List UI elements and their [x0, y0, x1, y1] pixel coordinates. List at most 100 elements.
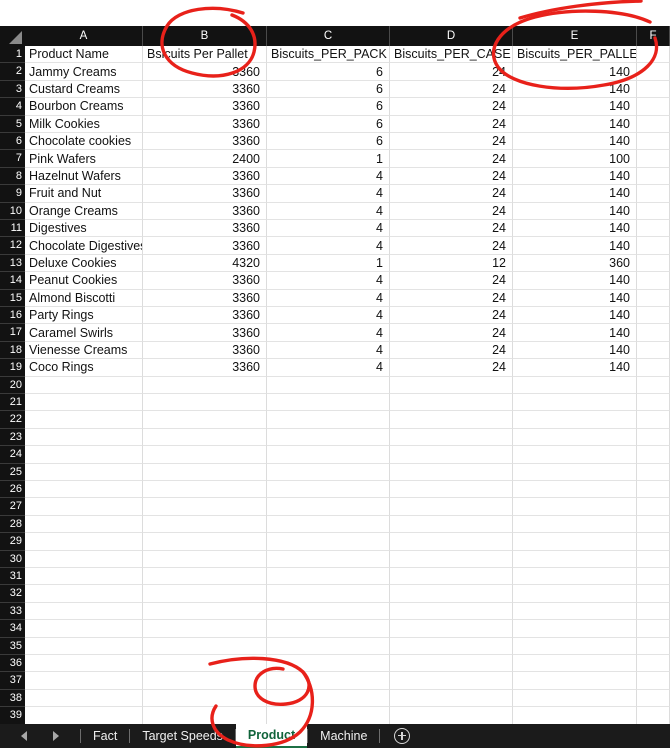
cell-C29[interactable] [267, 533, 390, 551]
row-header-1[interactable]: 1 [0, 46, 25, 64]
row-header-22[interactable]: 22 [0, 411, 25, 429]
cell-C21[interactable] [267, 394, 390, 412]
sheet-tab-machine[interactable]: Machine [308, 724, 380, 748]
cell-A27[interactable] [25, 498, 143, 516]
cell-A9[interactable]: Fruit and Nut [25, 185, 143, 203]
cell-F11[interactable] [637, 220, 670, 238]
column-header-f[interactable]: F [637, 26, 670, 46]
cell-D30[interactable] [390, 550, 513, 568]
cell-F7[interactable] [637, 150, 670, 168]
row-header-16[interactable]: 16 [0, 307, 25, 325]
select-all-corner[interactable] [0, 26, 25, 46]
cell-F21[interactable] [637, 394, 670, 412]
cell-F22[interactable] [637, 411, 670, 429]
cell-F33[interactable] [637, 602, 670, 621]
cell-F38[interactable] [637, 689, 670, 708]
row-header-9[interactable]: 9 [0, 185, 25, 203]
cell-C10[interactable]: 4 [267, 202, 390, 220]
row-header-38[interactable]: 38 [0, 689, 25, 708]
cell-A22[interactable] [25, 411, 143, 429]
cell-F16[interactable] [637, 307, 670, 325]
cell-D9[interactable]: 24 [390, 185, 513, 203]
cell-F20[interactable] [637, 376, 670, 394]
row-header-5[interactable]: 5 [0, 115, 25, 133]
cell-D29[interactable] [390, 533, 513, 551]
cell-C30[interactable] [267, 550, 390, 568]
cell-D4[interactable]: 24 [390, 98, 513, 116]
cell-D18[interactable]: 24 [390, 341, 513, 360]
cell-F19[interactable] [637, 359, 670, 377]
cell-D10[interactable]: 24 [390, 202, 513, 220]
cell-E20[interactable] [513, 376, 637, 394]
cell-D11[interactable]: 24 [390, 220, 513, 238]
cell-A7[interactable]: Pink Wafers [25, 150, 143, 168]
cell-C5[interactable]: 6 [267, 115, 390, 133]
add-sheet-button[interactable] [380, 724, 424, 748]
cell-B24[interactable] [143, 446, 267, 464]
cell-E35[interactable] [513, 637, 637, 655]
cell-A37[interactable] [25, 672, 143, 690]
cell-F25[interactable] [637, 463, 670, 481]
cell-A10[interactable]: Orange Creams [25, 202, 143, 220]
column-header-e[interactable]: E [513, 26, 637, 46]
cell-A21[interactable] [25, 394, 143, 412]
cell-A20[interactable] [25, 376, 143, 394]
cell-C27[interactable] [267, 498, 390, 516]
cell-F4[interactable] [637, 98, 670, 116]
cell-B26[interactable] [143, 481, 267, 499]
cell-B31[interactable] [143, 568, 267, 586]
cell-C9[interactable]: 4 [267, 185, 390, 203]
cell-E15[interactable]: 140 [513, 289, 637, 307]
cell-D6[interactable]: 24 [390, 133, 513, 151]
cell-E24[interactable] [513, 446, 637, 464]
cell-B29[interactable] [143, 533, 267, 551]
cell-D21[interactable] [390, 394, 513, 412]
row-header-13[interactable]: 13 [0, 254, 25, 273]
sheet-tab-target-speeds[interactable]: Target Speeds [130, 724, 235, 748]
cell-A4[interactable]: Bourbon Creams [25, 98, 143, 116]
row-header-37[interactable]: 37 [0, 672, 25, 690]
cell-B11[interactable]: 3360 [143, 220, 267, 238]
cell-A32[interactable] [25, 585, 143, 603]
cell-A26[interactable] [25, 481, 143, 499]
cell-C23[interactable] [267, 428, 390, 447]
row-header-33[interactable]: 33 [0, 602, 25, 621]
row-header-24[interactable]: 24 [0, 446, 25, 464]
cell-E38[interactable] [513, 689, 637, 708]
cell-F9[interactable] [637, 185, 670, 203]
cell-D24[interactable] [390, 446, 513, 464]
cell-C28[interactable] [267, 515, 390, 534]
cell-B23[interactable] [143, 428, 267, 447]
cell-C33[interactable] [267, 602, 390, 621]
cell-E3[interactable]: 140 [513, 80, 637, 99]
row-header-25[interactable]: 25 [0, 463, 25, 481]
cell-F34[interactable] [637, 620, 670, 638]
cell-A2[interactable]: Jammy Creams [25, 63, 143, 81]
cell-C11[interactable]: 4 [267, 220, 390, 238]
cell-E23[interactable] [513, 428, 637, 447]
row-header-3[interactable]: 3 [0, 80, 25, 99]
cell-D27[interactable] [390, 498, 513, 516]
cell-C14[interactable]: 4 [267, 272, 390, 290]
cell-A38[interactable] [25, 689, 143, 708]
cell-F31[interactable] [637, 568, 670, 586]
cell-D38[interactable] [390, 689, 513, 708]
cell-C3[interactable]: 6 [267, 80, 390, 99]
cell-C2[interactable]: 6 [267, 63, 390, 81]
header-cell-D1[interactable]: Biscuits_PER_CASE [390, 46, 513, 64]
cell-E22[interactable] [513, 411, 637, 429]
row-header-4[interactable]: 4 [0, 98, 25, 116]
cell-B15[interactable]: 3360 [143, 289, 267, 307]
cell-B10[interactable]: 3360 [143, 202, 267, 220]
cell-C26[interactable] [267, 481, 390, 499]
cell-A5[interactable]: Milk Cookies [25, 115, 143, 133]
cell-B5[interactable]: 3360 [143, 115, 267, 133]
cell-B20[interactable] [143, 376, 267, 394]
cell-F30[interactable] [637, 550, 670, 568]
cell-A30[interactable] [25, 550, 143, 568]
cell-B16[interactable]: 3360 [143, 307, 267, 325]
cell-A28[interactable] [25, 515, 143, 534]
cell-E33[interactable] [513, 602, 637, 621]
cell-C35[interactable] [267, 637, 390, 655]
cell-A15[interactable]: Almond Biscotti [25, 289, 143, 307]
